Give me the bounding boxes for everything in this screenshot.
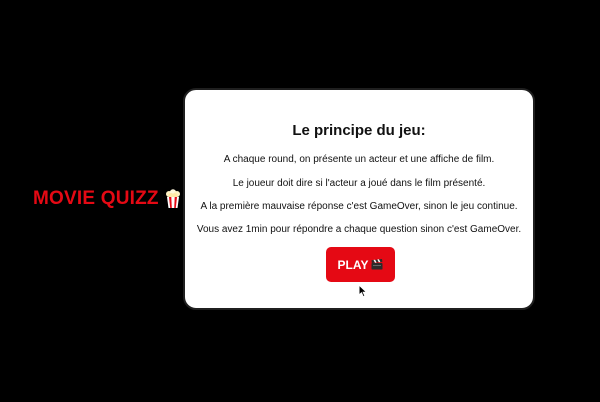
- rule-text: Le joueur doit dire si l'acteur a joué d…: [232, 178, 486, 189]
- rules-title: Le principe du jeu:: [292, 122, 426, 139]
- play-button-label: PLAY: [337, 257, 369, 272]
- page: MOVIE QUIZZ Le principe du jeu: A chaque…: [0, 0, 600, 402]
- rules-card: Le principe du jeu: A chaque round, on p…: [183, 88, 535, 310]
- rule-text: Vous avez 1min pour répondre a chaque qu…: [196, 224, 522, 235]
- popcorn-icon: [165, 189, 181, 209]
- play-button[interactable]: PLAY: [326, 247, 395, 282]
- app-title: MOVIE QUIZZ: [33, 188, 159, 209]
- rule-text: A la première mauvaise réponse c'est Gam…: [200, 201, 518, 212]
- mouse-cursor-icon: [358, 283, 368, 298]
- app-logo: MOVIE QUIZZ: [33, 188, 181, 210]
- clapper-board-icon: [371, 259, 383, 270]
- rule-text: A chaque round, on présente un acteur et…: [223, 154, 495, 165]
